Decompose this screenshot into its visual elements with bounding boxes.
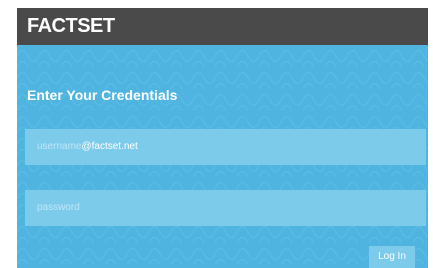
username-text: username@factset.net (37, 129, 138, 165)
login-card: FACTSET Enter Your Credentials username@… (17, 8, 428, 268)
factset-logo: FACTSET (27, 15, 115, 37)
username-field[interactable]: username@factset.net (25, 129, 426, 165)
credentials-title: Enter Your Credentials (27, 87, 178, 103)
username-domain-suffix: @factset.net (81, 141, 138, 152)
password-field[interactable]: password (25, 190, 426, 226)
header-bar: FACTSET (17, 8, 428, 45)
password-placeholder: password (37, 202, 80, 213)
username-placeholder: username (37, 141, 82, 152)
log-in-button[interactable]: Log In (369, 246, 415, 268)
